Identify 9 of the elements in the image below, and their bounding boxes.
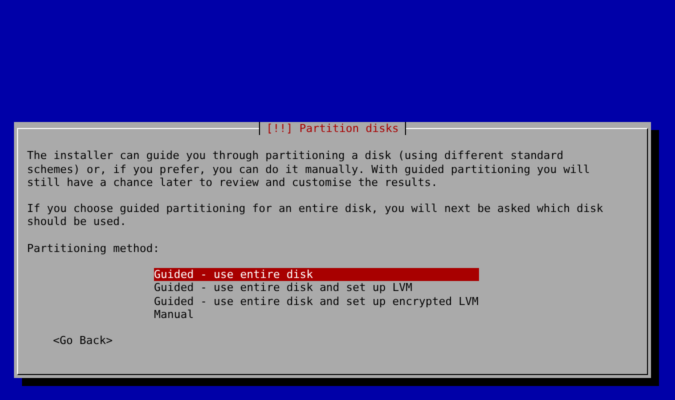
go-back-button[interactable]: <Go Back>: [53, 334, 113, 348]
menu-option[interactable]: Guided - use entire disk and set up encrypted LVM: [154, 294, 479, 308]
prompt-label: Partitioning method:: [27, 242, 160, 256]
description-text: If you choose guided partitioning for an entire disk, you will next be asked which disk should be used.: [27, 202, 604, 229]
description-text: The installer can guide you through partitioning a disk (using different standard schemes) or, if you prefer, you can do it manually. With guided partitioning you will still have a chance later to review and customise the results.: [27, 149, 591, 190]
menu-option[interactable]: Guided - use entire disk: [154, 268, 479, 282]
dialog-title: [!!] Partition disks: [259, 122, 406, 136]
menu-option[interactable]: Guided - use entire disk and set up LVM: [154, 281, 479, 295]
menu-option[interactable]: Manual: [154, 308, 479, 322]
